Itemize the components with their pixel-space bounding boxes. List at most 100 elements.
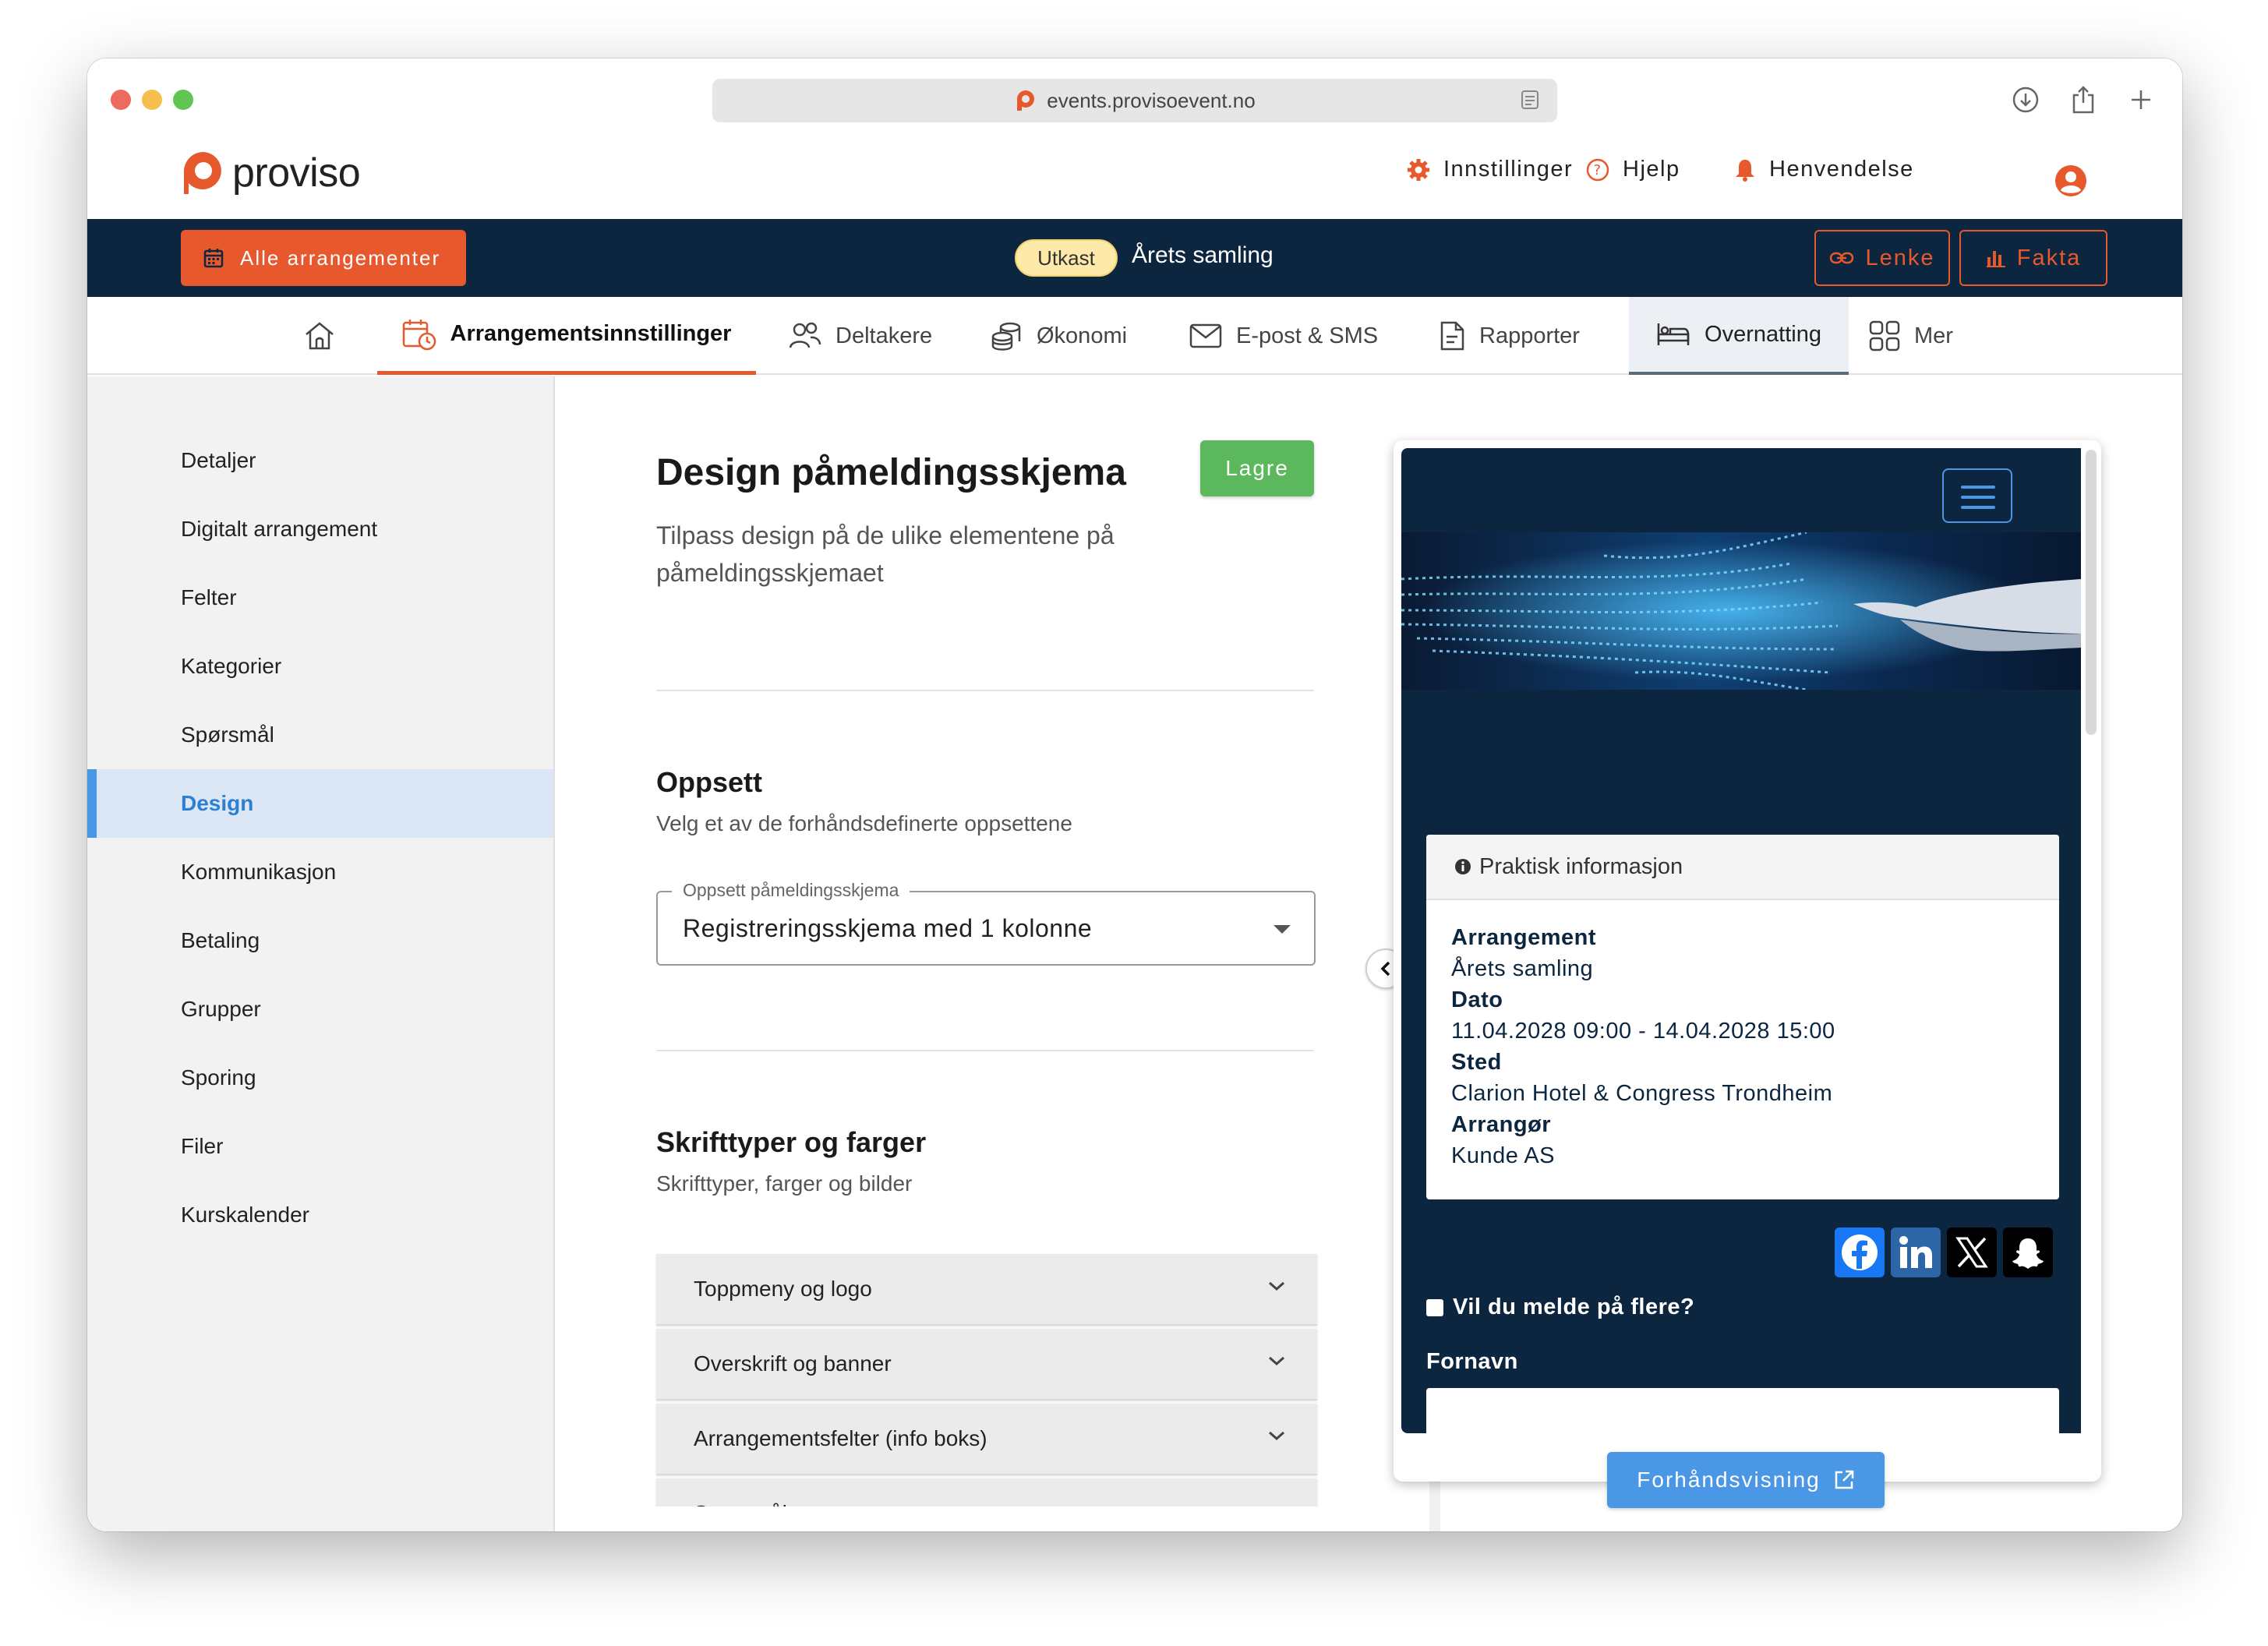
share-icon[interactable]	[2065, 82, 2101, 118]
info-label: Arrangement	[1451, 925, 1596, 950]
linkedin-icon[interactable]	[1891, 1227, 1941, 1277]
facebook-icon[interactable]	[1835, 1227, 1885, 1277]
chevron-down-icon	[1267, 1280, 1286, 1291]
url-text: events.provisoevent.no	[1047, 88, 1256, 112]
preview-button[interactable]: Forhåndsvisning	[1607, 1452, 1885, 1508]
user-avatar-icon[interactable]	[2054, 164, 2087, 201]
setup-heading: Oppsett	[656, 766, 763, 798]
link-button[interactable]: Lenke	[1814, 230, 1950, 286]
tab-accommodation[interactable]: Overnatting	[1629, 297, 1849, 375]
sidebar-item-questions[interactable]: Spørsmål	[87, 701, 553, 769]
tab-home[interactable]	[296, 297, 343, 375]
sidebar-item-categories[interactable]: Kategorier	[87, 632, 553, 701]
sidebar-item-label: Sporing	[181, 1065, 256, 1090]
sidebar-item-fields[interactable]: Felter	[87, 563, 553, 632]
sidebar-item-label: Kommunikasjon	[181, 860, 337, 884]
facts-button[interactable]: Fakta	[1959, 230, 2107, 286]
nav-settings[interactable]: Innstillinger	[1406, 157, 1573, 182]
accordion-label: Overskrift og banner	[694, 1351, 892, 1376]
tab-event-settings[interactable]: Arrangementsinnstillinger	[377, 297, 756, 375]
sidebar-item-tracking[interactable]: Sporing	[87, 1044, 553, 1112]
save-button[interactable]: Lagre	[1200, 440, 1314, 496]
register-more-checkbox[interactable]: Vil du melde på flere?	[1426, 1295, 1694, 1320]
accordion-top-menu-logo[interactable]: Toppmeny og logo	[656, 1254, 1317, 1326]
main-tabs: Arrangementsinnstillinger Deltakere Økon…	[87, 297, 2182, 375]
proviso-logo-icon	[184, 151, 221, 194]
info-value: 11.04.2028 09:00 - 14.04.2028 15:00	[1451, 1019, 1835, 1044]
x-icon[interactable]	[1947, 1227, 1997, 1277]
preview-scrollbar[interactable]	[2086, 450, 2097, 735]
page-title: Design påmeldingsskjema	[656, 452, 1126, 493]
external-link-icon	[1833, 1469, 1855, 1491]
sidebar-item-files[interactable]: Filer	[87, 1112, 553, 1181]
sidebar-item-label: Spørsmål	[181, 722, 274, 747]
checkbox-box[interactable]	[1426, 1298, 1443, 1316]
tab-participants[interactable]: Deltakere	[789, 297, 932, 375]
event-bar: Alle arrangementer Utkast Årets samling …	[87, 219, 2182, 297]
nav-inquiry[interactable]: Henvendelse	[1733, 157, 1914, 182]
practical-info-title: Praktisk informasjon	[1479, 853, 1683, 879]
bed-icon	[1656, 322, 1690, 347]
sidebar-item-label: Betaling	[181, 928, 260, 952]
help-circle-icon: ?	[1585, 157, 1610, 182]
tab-reports-label: Rapporter	[1479, 323, 1580, 348]
new-tab-icon[interactable]	[2123, 82, 2159, 118]
minimize-window-button[interactable]	[142, 90, 162, 110]
settings-sidebar: Detaljer Digitalt arrangement Felter Kat…	[87, 376, 555, 1531]
tab-reports[interactable]: Rapporter	[1439, 297, 1580, 375]
sidebar-item-label: Detaljer	[181, 448, 256, 472]
setup-select-value: Registreringsskjema med 1 kolonne	[683, 914, 1093, 942]
page-subtitle: Tilpass design på de ulike elementene på…	[656, 521, 1115, 587]
sidebar-item-label: Kurskalender	[181, 1203, 309, 1227]
zoom-window-button[interactable]	[173, 90, 193, 110]
tab-event-settings-label: Arrangementsinnstillinger	[450, 321, 732, 346]
accordion-event-fields[interactable]: Arrangementsfelter (info boks)	[656, 1404, 1317, 1475]
address-bar[interactable]: events.provisoevent.no	[712, 79, 1557, 122]
info-value: Årets samling	[1451, 956, 1594, 981]
nav-help[interactable]: ? Hjelp	[1585, 157, 1680, 182]
tab-more-label: Mer	[1914, 323, 1953, 348]
sidebar-item-course-calendar[interactable]: Kurskalender	[87, 1181, 553, 1249]
divider	[656, 690, 1314, 691]
tab-email-sms[interactable]: E-post & SMS	[1189, 297, 1378, 375]
event-banner-image	[1401, 532, 2081, 690]
gear-icon	[1406, 157, 1431, 182]
practical-info-header: Praktisk informasjon	[1426, 835, 2059, 900]
tab-participants-label: Deltakere	[835, 323, 933, 348]
brand-name: proviso	[232, 150, 361, 196]
browser-window: events.provisoevent.no proviso Innstilli…	[87, 58, 2182, 1531]
browser-toolbar: events.provisoevent.no	[87, 58, 2182, 141]
sidebar-item-digital-event[interactable]: Digitalt arrangement	[87, 495, 553, 563]
tab-economy[interactable]: Økonomi	[990, 297, 1127, 375]
tab-more[interactable]: Mer	[1869, 297, 1953, 375]
nav-help-label: Hjelp	[1623, 157, 1680, 182]
sidebar-item-payment[interactable]: Betaling	[87, 906, 553, 975]
sidebar-item-groups[interactable]: Grupper	[87, 975, 553, 1044]
hamburger-menu-icon[interactable]	[1942, 468, 2012, 523]
nav-inquiry-label: Henvendelse	[1769, 157, 1914, 182]
practical-info-box: Praktisk informasjon Arrangement Årets s…	[1426, 835, 2059, 1199]
proviso-logo[interactable]: proviso	[181, 149, 361, 197]
tab-accommodation-label: Overnatting	[1705, 321, 1821, 347]
reader-mode-icon[interactable]	[1520, 90, 1540, 111]
svg-text:?: ?	[1593, 162, 1602, 178]
all-events-button[interactable]: Alle arrangementer	[181, 230, 466, 286]
setup-select[interactable]: Oppsett påmeldingsskjema Registreringssk…	[656, 880, 1316, 966]
report-icon	[1439, 320, 1465, 351]
sidebar-item-design[interactable]: Design	[87, 769, 553, 838]
accordion-heading-banner[interactable]: Overskrift og banner	[656, 1329, 1317, 1401]
snapchat-icon[interactable]	[2003, 1227, 2053, 1277]
link-label: Lenke	[1865, 245, 1935, 270]
sidebar-item-label: Grupper	[181, 997, 261, 1021]
first-name-input[interactable]	[1426, 1388, 2059, 1433]
download-icon[interactable]	[2008, 82, 2044, 118]
chevron-left-icon	[1380, 961, 1390, 977]
close-window-button[interactable]	[111, 90, 131, 110]
bell-icon	[1733, 157, 1757, 182]
home-icon	[303, 320, 336, 351]
sidebar-item-details[interactable]: Detaljer	[87, 426, 553, 495]
info-label: Dato	[1451, 987, 1503, 1012]
calendar-clock-icon	[402, 318, 436, 351]
app-header: proviso Innstillinger ? Hjelp Henvendels…	[87, 141, 2182, 219]
sidebar-item-communication[interactable]: Kommunikasjon	[87, 838, 553, 906]
